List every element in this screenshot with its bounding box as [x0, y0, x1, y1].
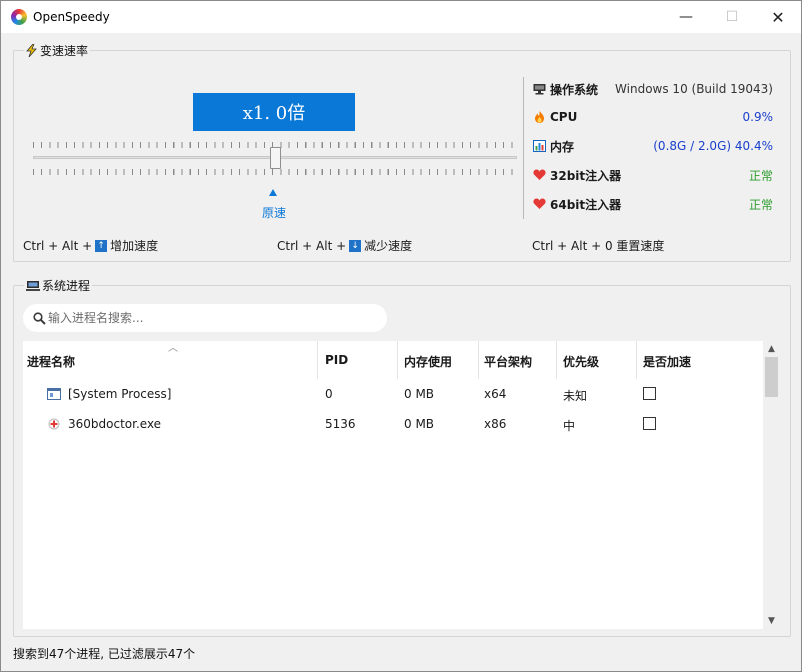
column-divider	[397, 341, 398, 379]
info-divider	[523, 77, 524, 219]
process-arch: x86	[484, 417, 507, 431]
360-doctor-icon	[48, 418, 60, 430]
column-header-name[interactable]: 进程名称	[27, 353, 75, 370]
injector64-info-row: 64bit注入器 正常	[533, 195, 773, 213]
cpu-value: 0.9%	[742, 110, 774, 124]
injector64-status: 正常	[748, 197, 773, 212]
process-memory: 0 MB	[404, 417, 435, 431]
process-arch: x64	[484, 387, 507, 401]
system-process-icon	[47, 388, 61, 400]
os-label: 操作系统	[550, 82, 599, 97]
process-search-box[interactable]	[23, 304, 387, 332]
process-name: 360bdoctor.exe	[68, 417, 162, 431]
flame-icon	[535, 111, 544, 123]
process-group-label: 系统进程	[42, 279, 91, 293]
cpu-label: CPU	[550, 110, 578, 124]
window-title: OpenSpeedy	[33, 10, 110, 24]
process-table-scrollbar[interactable]: ▲ ▼	[763, 341, 780, 629]
process-pid: 0	[325, 387, 333, 401]
process-priority: 未知	[563, 389, 588, 403]
status-bar-text: 搜索到47个进程, 已过滤展示47个	[13, 647, 196, 661]
arrow-down-key-icon: ↓	[349, 239, 362, 252]
openspeedy-logo-icon	[11, 9, 27, 25]
shortcut-increase-prefix: Ctrl + Alt +	[23, 238, 93, 253]
process-memory: 0 MB	[404, 387, 435, 401]
sort-ascending-icon[interactable]: ︿	[168, 339, 178, 354]
injector32-info-row: 32bit注入器 正常	[533, 166, 773, 184]
column-header-priority[interactable]: 优先级	[563, 353, 599, 370]
accelerate-checkbox[interactable]	[643, 387, 656, 400]
scrollbar-thumb[interactable]	[765, 357, 778, 397]
minimize-button[interactable]: —	[663, 1, 709, 33]
accelerate-checkbox[interactable]	[643, 417, 656, 430]
origin-marker-icon	[269, 189, 277, 196]
shortcut-increase-label: 增加速度	[110, 239, 159, 253]
origin-speed-link[interactable]: 原速	[262, 204, 286, 221]
speed-slider-thumb[interactable]	[270, 147, 281, 169]
process-table: ︿ 进程名称 PID 内存使用 平台架构 优先级 是否加速 [System Pr…	[23, 341, 763, 629]
monitor-icon	[533, 84, 546, 95]
heart-icon	[533, 169, 546, 180]
memory-value: (0.8G / 2.0G) 40.4%	[653, 139, 773, 153]
column-header-accelerate[interactable]: 是否加速	[643, 353, 691, 370]
shortcut-decrease-label: 减少速度	[364, 239, 413, 253]
speed-group-title: 变速速率	[24, 42, 91, 59]
column-divider	[556, 341, 557, 379]
injector64-label: 64bit注入器	[550, 197, 622, 212]
table-row[interactable]: 360bdoctor.exe 5136 0 MB x86 中	[23, 409, 763, 439]
table-row[interactable]: [System Process] 0 0 MB x64 未知	[23, 379, 763, 409]
app-window: OpenSpeedy — ☐ ✕ 变速速率 x1. 0倍 原速 操作系统 Win…	[0, 0, 802, 672]
cpu-info-row: CPU 0.9%	[533, 108, 773, 126]
shortcut-decrease: Ctrl + Alt + ↓ 减少速度	[277, 237, 412, 254]
maximize-button[interactable]: ☐	[709, 1, 755, 33]
column-header-arch[interactable]: 平台架构	[484, 353, 532, 370]
arrow-up-key-icon: ↑	[95, 239, 108, 252]
column-header-pid[interactable]: PID	[325, 353, 348, 367]
heart-icon	[533, 198, 546, 209]
process-search-input[interactable]	[48, 311, 368, 325]
lightning-icon	[26, 44, 37, 57]
column-divider	[478, 341, 479, 379]
os-info-row: 操作系统 Windows 10 (Build 19043)	[533, 80, 773, 98]
speed-group-label: 变速速率	[40, 44, 89, 58]
process-name: [System Process]	[68, 387, 172, 401]
computer-icon	[26, 280, 40, 291]
scroll-up-arrow-icon[interactable]: ▲	[763, 341, 780, 357]
process-group-title: 系统进程	[24, 277, 93, 294]
process-pid: 5136	[325, 417, 356, 431]
title-bar: OpenSpeedy — ☐ ✕	[1, 1, 801, 33]
bar-chart-icon	[533, 140, 546, 152]
search-icon	[33, 311, 46, 325]
column-divider	[636, 341, 637, 379]
scroll-down-arrow-icon[interactable]: ▼	[763, 613, 780, 629]
slider-ticks-bottom	[33, 169, 517, 175]
injector32-status: 正常	[748, 168, 773, 183]
injector32-label: 32bit注入器	[550, 168, 622, 183]
os-value: Windows 10 (Build 19043)	[615, 82, 773, 96]
shortcut-increase: Ctrl + Alt + ↑ 增加速度	[23, 237, 158, 254]
column-header-memory[interactable]: 内存使用	[404, 353, 452, 370]
shortcut-reset: Ctrl + Alt + 0 重置速度	[532, 239, 665, 253]
process-priority: 中	[563, 419, 576, 433]
memory-label: 内存	[550, 139, 575, 154]
memory-info-row: 内存 (0.8G / 2.0G) 40.4%	[533, 137, 773, 155]
speed-display: x1. 0倍	[193, 93, 355, 131]
column-divider	[317, 341, 318, 379]
close-button[interactable]: ✕	[755, 1, 801, 33]
shortcut-decrease-prefix: Ctrl + Alt +	[277, 238, 347, 253]
